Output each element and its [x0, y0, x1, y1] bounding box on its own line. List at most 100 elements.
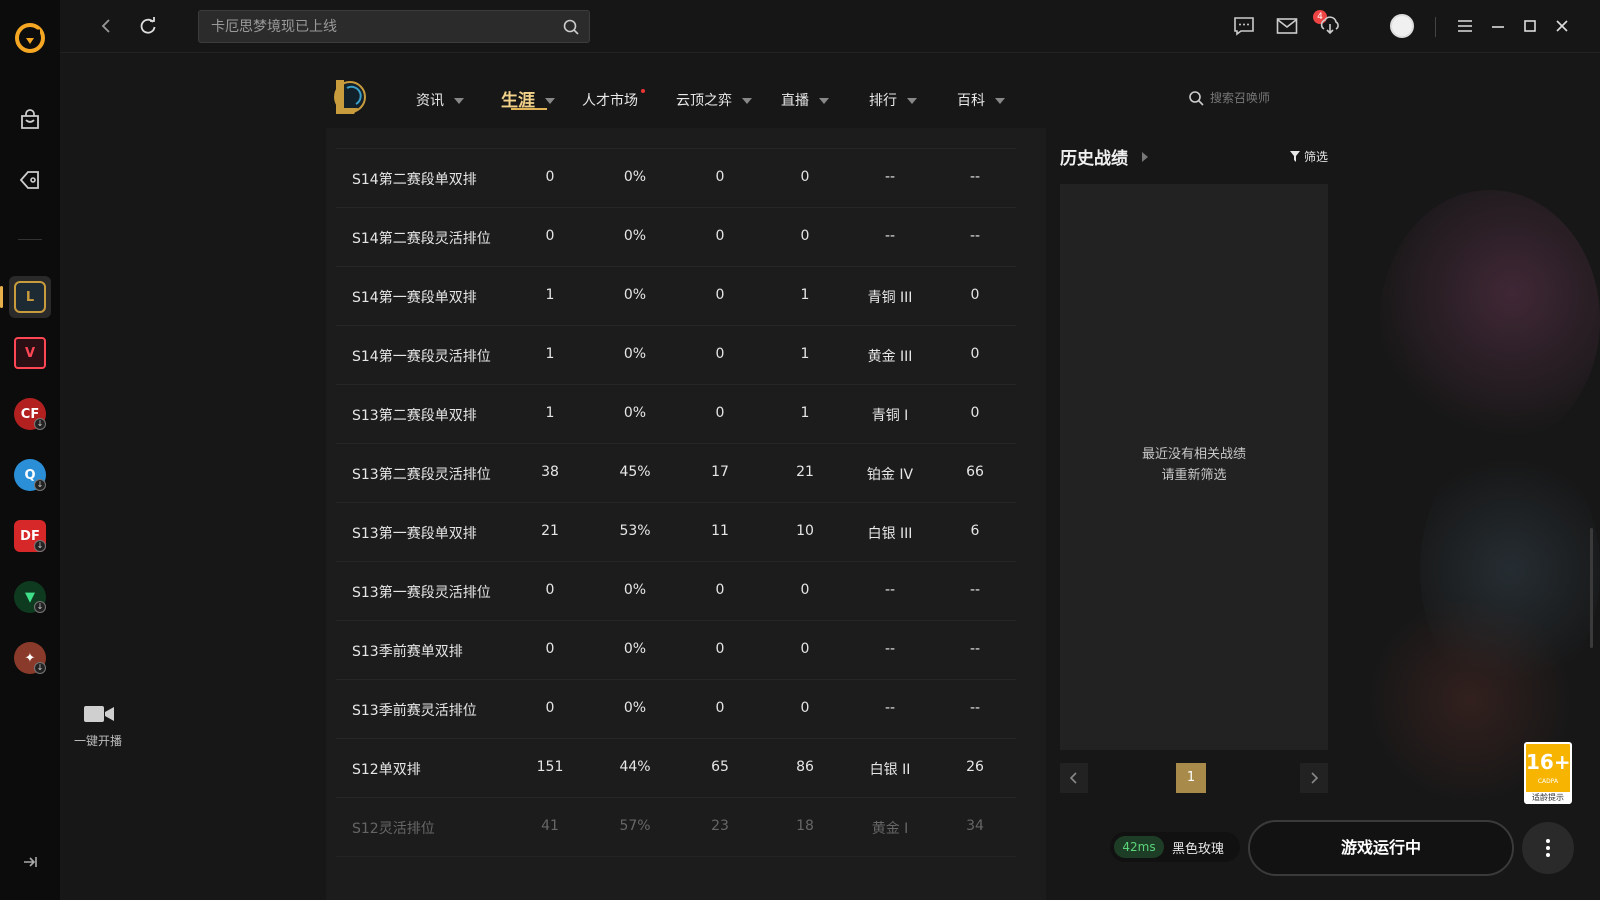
cell-points: --	[969, 228, 981, 244]
game-running-button[interactable]: 游戏运行中	[1248, 820, 1514, 876]
tags-button[interactable]	[8, 158, 52, 202]
cell-points: 26	[966, 759, 984, 775]
cell-winrate: 57%	[619, 818, 651, 834]
nav-talent-market[interactable]: 人才市场	[582, 90, 638, 110]
table-row: S13第一赛段单双排 21 53% 11 10 白银 III 6	[336, 503, 1016, 562]
more-vertical-icon	[1546, 839, 1550, 857]
summoner-search-input[interactable]	[1210, 88, 1310, 108]
history-title[interactable]: 历史战绩	[1060, 144, 1128, 169]
nav-tft[interactable]: 云顶之弈	[676, 90, 752, 110]
app-window: L V CF ↓ Q ↓ DF ↓ ▼ ↓ ✦ ↓ 一键开播 卡厄思梦境现已上线…	[0, 0, 1600, 900]
game-other[interactable]: ✦ ↓	[9, 637, 51, 679]
filter-button[interactable]: 筛选	[1290, 148, 1328, 165]
page-number[interactable]: 1	[1176, 763, 1206, 793]
cell-games: 41	[541, 818, 559, 834]
go-live-button[interactable]: 一键开播	[68, 700, 128, 754]
rail-divider	[18, 239, 42, 240]
cell-winrate: 0%	[623, 287, 647, 303]
season-name: S12灵活排位	[352, 821, 435, 837]
avatar[interactable]	[1390, 14, 1414, 38]
cell-wins: 0	[715, 405, 725, 421]
close-button[interactable]	[1550, 14, 1574, 38]
menu-icon	[1458, 20, 1472, 32]
cell-wins: 0	[715, 169, 725, 185]
cell-wins: 0	[715, 228, 725, 244]
download-icon: ↓	[34, 479, 46, 491]
chevron-down-icon	[907, 98, 917, 104]
table-row: S12灵活排位 41 57% 23 18 黄金 I 34	[336, 798, 1016, 857]
store-button[interactable]	[8, 98, 52, 142]
shopping-bag-icon	[21, 109, 39, 129]
nav-live[interactable]: 直播	[781, 90, 829, 110]
cell-winrate: 44%	[619, 759, 651, 775]
season-name: S13第一赛段单双排	[352, 526, 477, 542]
cell-wins: 17	[711, 464, 729, 480]
menu-button[interactable]	[1453, 14, 1477, 38]
notification-dot	[641, 89, 645, 93]
mail-button[interactable]	[1275, 14, 1299, 38]
cell-points: 0	[970, 405, 980, 421]
cell-rank: --	[884, 700, 896, 716]
download-icon: ↓	[34, 662, 46, 674]
cell-rank: 青铜 III	[867, 290, 913, 306]
back-button[interactable]	[94, 14, 118, 38]
game-fc[interactable]: ▼ ↓	[9, 576, 51, 618]
table-row: S14第一赛段单双排 1 0% 0 1 青铜 III 0	[336, 267, 1016, 326]
chat-button[interactable]	[1232, 14, 1256, 38]
search-icon[interactable]	[562, 18, 580, 36]
scrollbar[interactable]	[1590, 528, 1593, 648]
nav-ranking[interactable]: 排行	[869, 90, 917, 110]
server-status[interactable]: 42ms 黑色玫瑰	[1110, 832, 1240, 862]
season-name: S13第二赛段单双排	[352, 408, 477, 424]
collapse-sidebar-icon[interactable]	[20, 852, 40, 872]
empty-message-line2: 请重新筛选	[1161, 468, 1227, 483]
search-input[interactable]	[211, 17, 551, 37]
more-options-button[interactable]	[1522, 822, 1574, 874]
cell-games: 38	[541, 464, 559, 480]
season-name: S14第一赛段单双排	[352, 290, 477, 306]
cell-games: 151	[536, 759, 564, 775]
cell-winrate: 53%	[619, 523, 651, 539]
nav-tft-label: 云顶之弈	[676, 93, 732, 109]
nav-wiki[interactable]: 百科	[957, 90, 1005, 110]
nav-news[interactable]: 资讯	[416, 90, 464, 110]
cell-games: 0	[545, 641, 555, 657]
chevron-right-icon	[1311, 772, 1319, 784]
cell-points: 0	[970, 346, 980, 362]
cell-rank: --	[884, 582, 896, 598]
minimize-icon	[1492, 26, 1504, 28]
chat-icon	[1234, 17, 1254, 36]
chevron-right-icon[interactable]	[1142, 152, 1148, 162]
season-name: S14第一赛段灵活排位	[352, 349, 491, 365]
game-nav: 资讯 生涯 人才市场 云顶之弈 直播 排行 百科	[320, 60, 1320, 128]
cell-points: --	[969, 169, 981, 185]
cell-points: --	[969, 700, 981, 716]
maximize-button[interactable]	[1518, 14, 1542, 38]
game-qq-speed[interactable]: Q ↓	[9, 454, 51, 496]
maximize-icon	[1524, 20, 1536, 32]
game-lol[interactable]: L	[9, 276, 51, 318]
minimize-button[interactable]	[1486, 14, 1510, 38]
app-logo-icon	[15, 23, 45, 53]
prev-page-button[interactable]	[1060, 763, 1088, 793]
cell-rank: --	[884, 228, 896, 244]
topbar-divider	[1435, 17, 1436, 37]
game-dnf[interactable]: DF ↓	[9, 515, 51, 557]
filter-icon	[1290, 151, 1301, 162]
cell-wins: 0	[715, 287, 725, 303]
background-art	[1380, 190, 1600, 450]
cell-rank: 黄金 III	[867, 349, 913, 365]
left-rail: L V CF ↓ Q ↓ DF ↓ ▼ ↓ ✦ ↓	[0, 0, 60, 900]
game-cf[interactable]: CF ↓	[9, 393, 51, 435]
search-icon[interactable]	[1188, 90, 1204, 106]
game-valorant[interactable]: V	[9, 332, 51, 374]
nav-ranking-label: 排行	[869, 93, 897, 109]
cell-rank: 白银 II	[869, 762, 911, 778]
refresh-button[interactable]	[136, 14, 160, 38]
next-page-button[interactable]	[1300, 763, 1328, 793]
download-manager-button[interactable]	[1318, 14, 1342, 38]
cell-games: 1	[545, 346, 555, 362]
cell-rank: 白银 III	[867, 526, 913, 542]
cell-losses: 1	[800, 287, 810, 303]
cell-winrate: 0%	[623, 700, 647, 716]
